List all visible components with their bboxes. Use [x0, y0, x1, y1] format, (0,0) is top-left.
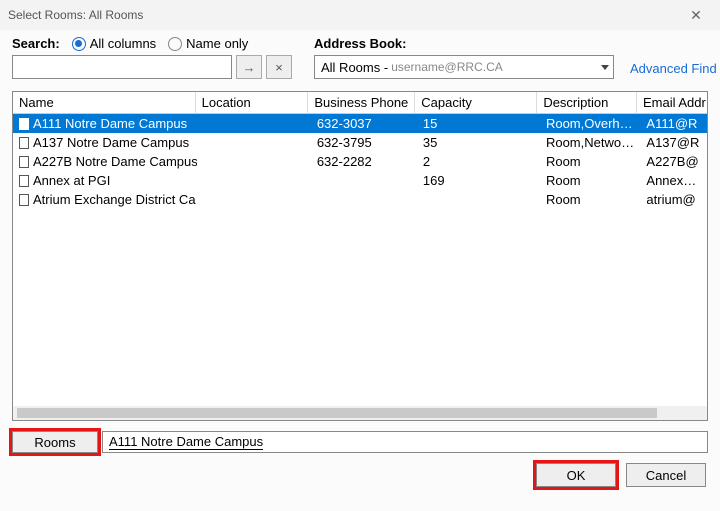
col-email[interactable]: Email Addr: [637, 92, 707, 113]
close-icon: ×: [275, 60, 283, 75]
go-button[interactable]: →: [236, 55, 262, 79]
address-book-label: Address Book:: [314, 36, 614, 51]
radio-name-only[interactable]: Name only: [168, 36, 248, 51]
scrollbar-thumb[interactable]: [17, 408, 657, 418]
rooms-field[interactable]: A111 Notre Dame Campus: [102, 431, 708, 453]
item-icon: [19, 194, 29, 206]
advanced-find-link[interactable]: Advanced Find: [630, 61, 717, 76]
close-icon[interactable]: ✕: [680, 0, 712, 30]
rooms-button[interactable]: Rooms: [12, 431, 98, 453]
item-icon: [19, 118, 29, 130]
col-name[interactable]: Name: [13, 92, 196, 113]
col-phone[interactable]: Business Phone: [308, 92, 415, 113]
ok-button-highlight: OK: [536, 463, 616, 487]
results-table: Name Location Business Phone Capacity De…: [12, 91, 708, 421]
item-icon: [19, 137, 29, 149]
horizontal-scrollbar[interactable]: [13, 406, 707, 420]
ok-button[interactable]: OK: [536, 463, 616, 487]
rooms-row: Rooms A111 Notre Dame Campus: [12, 431, 708, 453]
table-row[interactable]: A111 Notre Dame Campus 632-3037 15 Room,…: [13, 114, 707, 133]
item-icon: [19, 156, 29, 168]
cancel-button[interactable]: Cancel: [626, 463, 706, 487]
window-title: Select Rooms: All Rooms: [8, 8, 680, 22]
col-location[interactable]: Location: [196, 92, 309, 113]
arrow-right-icon: →: [243, 60, 256, 75]
titlebar: Select Rooms: All Rooms ✕: [0, 0, 720, 30]
rooms-button-highlight: Rooms: [12, 431, 98, 453]
chevron-down-icon: [601, 65, 609, 70]
col-capacity[interactable]: Capacity: [415, 92, 537, 113]
dialog-buttons: OK Cancel: [0, 457, 720, 495]
col-description[interactable]: Description: [537, 92, 637, 113]
search-label: Search:: [12, 36, 60, 51]
radio-dot-icon: [168, 37, 182, 51]
table-row[interactable]: A137 Notre Dame Campus 632-3795 35 Room,…: [13, 133, 707, 152]
item-icon: [19, 175, 29, 187]
address-book-block: Address Book: All Rooms - username@RRC.C…: [314, 36, 614, 79]
controls-row: Search: All columns Name only → × Addres…: [0, 30, 720, 83]
table-header: Name Location Business Phone Capacity De…: [13, 92, 707, 114]
search-input[interactable]: [12, 55, 232, 79]
table-row[interactable]: Atrium Exchange District Ca… Room atrium…: [13, 190, 707, 209]
radio-dot-icon: [72, 37, 86, 51]
table-row[interactable]: Annex at PGI 169 Room AnnexPG: [13, 171, 707, 190]
table-body: A111 Notre Dame Campus 632-3037 15 Room,…: [13, 114, 707, 406]
address-book-select[interactable]: All Rooms - username@RRC.CA: [314, 55, 614, 79]
radio-all-columns[interactable]: All columns: [72, 36, 156, 51]
table-row[interactable]: A227B Notre Dame Campus 632-2282 2 Room …: [13, 152, 707, 171]
clear-search-button[interactable]: ×: [266, 55, 292, 79]
search-block: Search: All columns Name only → ×: [12, 36, 292, 79]
